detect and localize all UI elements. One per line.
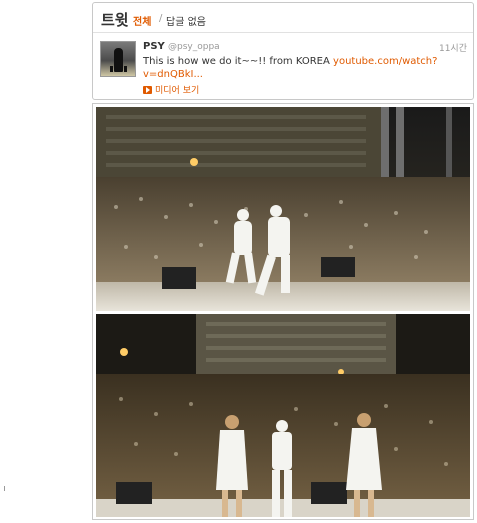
filter-separator: / bbox=[159, 13, 163, 24]
tweet-author-name[interactable]: PSY bbox=[143, 41, 165, 52]
avatar[interactable] bbox=[100, 41, 136, 77]
filter-all-link[interactable]: 전체 bbox=[133, 13, 151, 28]
tweet-timestamp[interactable]: 11시간 bbox=[439, 41, 467, 54]
panel-header: 트윗 전체 / 답글 없음 bbox=[93, 3, 473, 33]
media-play-icon bbox=[143, 86, 152, 94]
concert-photo-top-image bbox=[96, 107, 470, 311]
tweet-item[interactable]: PSY @psy_oppa 11시간 This is how we do it~… bbox=[93, 33, 473, 99]
tweet-panel: 트윗 전체 / 답글 없음 PSY @psy_oppa 11시간 This is… bbox=[92, 2, 474, 100]
scroll-marker bbox=[4, 486, 5, 491]
concert-photo-top[interactable] bbox=[96, 107, 470, 311]
concert-photo-bottom[interactable] bbox=[96, 314, 470, 517]
view-media-button[interactable]: 미디어 보기 bbox=[143, 83, 199, 96]
panel-title: 트윗 bbox=[101, 11, 129, 29]
media-photo-frame bbox=[92, 103, 474, 520]
avatar-legs bbox=[110, 66, 127, 72]
view-media-label: 미디어 보기 bbox=[155, 86, 200, 96]
tweet-text-body: This is how we do it~~!! from KOREA bbox=[143, 56, 334, 67]
filter-no-replies-link[interactable]: 답글 없음 bbox=[166, 13, 206, 28]
tweet-text: This is how we do it~~!! from KOREA yout… bbox=[143, 55, 463, 81]
concert-photo-bottom-image bbox=[96, 314, 470, 517]
tweet-author-handle[interactable]: @psy_oppa bbox=[168, 42, 220, 52]
